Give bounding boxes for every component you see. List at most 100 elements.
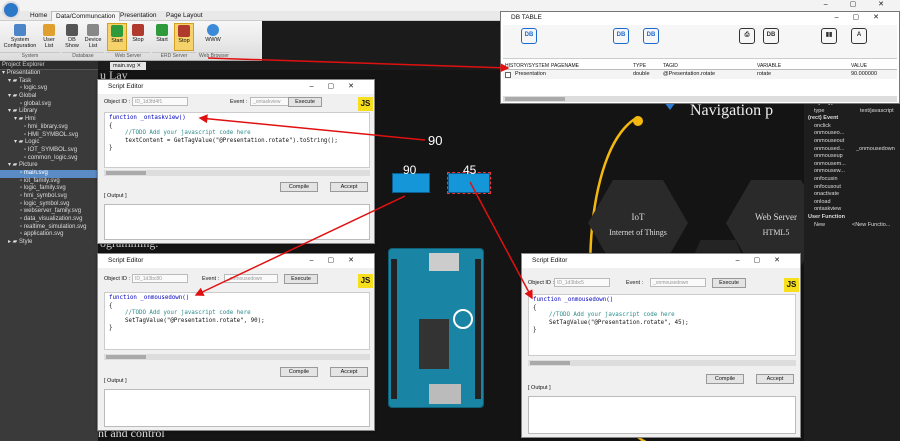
button-90[interactable]: 90	[392, 163, 430, 193]
tree-item[interactable]: ▾ ▰ Hmi	[0, 116, 98, 124]
db-icon[interactable]: DB	[643, 28, 659, 44]
objid-field[interactable]: ID_1d3bbc5	[554, 278, 610, 287]
editor-titlebar: Script Editor –▢✕	[522, 254, 800, 268]
tree-item[interactable]: ▫ logic_family.svg	[0, 185, 98, 193]
prop-user-function: User Function	[808, 213, 845, 220]
tab-page-layout[interactable]: Page Layout	[162, 11, 207, 21]
accept-button[interactable]: Accept	[756, 374, 794, 384]
doc-tab-main-svg[interactable]: main.svg ✕	[110, 62, 146, 70]
prop-onmousedown[interactable]: onmoused... _onmousedown	[804, 146, 900, 154]
execute-button[interactable]: Execute	[712, 278, 746, 288]
tab-presentation[interactable]: Presentation	[116, 11, 161, 21]
tree-item[interactable]: ▫ logic_symbol.svg	[0, 201, 98, 209]
user-list-button[interactable]: User List	[40, 23, 58, 51]
text-icon[interactable]: A	[851, 28, 867, 44]
system-configuration-button[interactable]: System Configuration	[2, 23, 38, 51]
tab-home[interactable]: Home	[26, 11, 51, 21]
tree-item[interactable]: ▫ HMI_SYMBOL.svg	[0, 132, 98, 140]
www-button[interactable]: WWW	[202, 23, 224, 51]
erd-server-stop-button[interactable]: Stop	[174, 23, 194, 51]
button-45[interactable]: 45	[447, 163, 491, 194]
project-explorer-title: Project Explorer	[0, 61, 98, 70]
db-import-icon[interactable]: DB	[763, 28, 779, 44]
code-hscrollbar[interactable]	[104, 354, 370, 360]
compile-button[interactable]: Compile	[280, 367, 318, 377]
tree-item[interactable]: ▫ hmi_symbol.svg	[0, 193, 98, 201]
event-field[interactable]: _onmousedown	[224, 274, 278, 283]
prop-onmouseup[interactable]: onmouseup	[804, 153, 900, 161]
web-server-stop-button[interactable]: Stop	[129, 23, 147, 51]
db-show-button[interactable]: DB Show	[64, 23, 80, 51]
tree-item[interactable]: ▾ ▰ Library	[0, 108, 98, 116]
execute-button[interactable]: Execute	[284, 274, 318, 284]
objid-field[interactable]: ID_1d3bc80	[132, 274, 188, 283]
db-icon[interactable]: DB	[613, 28, 629, 44]
tree-item[interactable]: ▫ IOT_SYMBOL.svg	[0, 147, 98, 155]
output-box[interactable]	[528, 396, 796, 434]
web-server-start-button[interactable]: Start	[107, 23, 127, 51]
db-icon[interactable]: DB	[521, 28, 537, 44]
tree-item[interactable]: ▾ ▰ Logic	[0, 139, 98, 147]
execute-button[interactable]: Execute	[288, 97, 322, 107]
tree-item[interactable]: ▾ ▰ Task	[0, 78, 98, 86]
erd-server-start-button[interactable]: Start	[153, 23, 171, 51]
prop-onactivate[interactable]: onactivate	[804, 191, 900, 199]
compile-button[interactable]: Compile	[280, 182, 318, 192]
code-editor[interactable]: function _onmousedown() { //TODO Add you…	[104, 292, 370, 350]
prop-onfocusout[interactable]: onfocusout	[804, 184, 900, 192]
chart-icon[interactable]: ▮▮	[821, 28, 837, 44]
tree-item[interactable]: ▫ common_logic.svg	[0, 155, 98, 163]
editor-window-controls[interactable]: –▢✕	[736, 254, 794, 268]
app-logo[interactable]	[2, 1, 20, 19]
db-table-window: DB TABLE –▢✕ DB DB DB ⎙ DB ▮▮ A HISTORY/…	[500, 11, 900, 104]
tree-item[interactable]: ▫ webserver_family.svg	[0, 208, 98, 216]
tree-item[interactable]: ▫ data_visualization.svg	[0, 216, 98, 224]
js-icon: JS	[358, 97, 373, 111]
tree-item[interactable]: ▫ hmi_library.svg	[0, 124, 98, 132]
code-editor[interactable]: function _ontaskview() { //TODO Add your…	[104, 112, 370, 168]
prop-onfocusin[interactable]: onfocusin	[804, 176, 900, 184]
table-row[interactable]: Presentation double @Presentation.rotate…	[503, 70, 897, 79]
button-45-label: 45	[463, 163, 477, 177]
tree-item[interactable]: ▾ ▰ Global	[0, 93, 98, 101]
tree-item[interactable]: ▾ Presentation	[0, 70, 98, 78]
db-hscrollbar[interactable]	[503, 96, 897, 102]
code-editor[interactable]: function _onmousedown() { //TODO Add you…	[528, 294, 796, 356]
prop-onmouseout[interactable]: onmouseout	[804, 138, 900, 146]
objid-field[interactable]: ID_1d3fd4f1	[132, 97, 188, 106]
tree-item[interactable]: ▾ ▰ Picture	[0, 162, 98, 170]
tab-data-communication[interactable]: Data/Communcation	[51, 11, 121, 21]
tree-item[interactable]: ▫ iot_family.svg	[0, 178, 98, 186]
prop-onmousewheel[interactable]: onmousew...	[804, 168, 900, 176]
tree-item[interactable]: ▫ application.svg	[0, 231, 98, 239]
output-box[interactable]	[104, 204, 370, 240]
db-toolbar	[503, 25, 897, 59]
row-checkbox[interactable]	[505, 72, 511, 78]
prop-new-function[interactable]: New <New Functio...	[804, 222, 900, 230]
code-hscrollbar[interactable]	[528, 360, 796, 366]
prop-onload[interactable]: onload	[804, 199, 900, 207]
output-box[interactable]	[104, 389, 370, 427]
accept-button[interactable]: Accept	[330, 367, 368, 377]
prop-onmouseover[interactable]: onmouseo...	[804, 130, 900, 138]
prop-onclick[interactable]: onclick	[804, 123, 900, 131]
editor-window-controls[interactable]: –▢✕	[310, 254, 368, 268]
tree-item[interactable]: ▫ logic.svg	[0, 85, 98, 93]
prop-onmousemove[interactable]: onmousem...	[804, 161, 900, 169]
accept-button[interactable]: Accept	[330, 182, 368, 192]
device-list-button[interactable]: Device List	[82, 23, 104, 51]
event-field[interactable]: _onmousedown	[650, 278, 706, 287]
prop-type[interactable]: type text/javascript	[804, 108, 900, 116]
objid-label: Object ID :	[528, 280, 554, 286]
compile-button[interactable]: Compile	[706, 374, 744, 384]
tree-item[interactable]: ▸ ▰ Style	[0, 239, 98, 247]
tree-item-selected[interactable]: ▫ main.svg	[0, 169, 98, 178]
db-table-window-controls[interactable]: –▢✕	[835, 12, 893, 24]
code-hscrollbar[interactable]	[104, 170, 370, 176]
editor-window-controls[interactable]: –▢✕	[310, 80, 368, 94]
tree-item[interactable]: ▫ realtime_simulation.svg	[0, 224, 98, 232]
window-controls[interactable]: – ▢ ✕	[824, 0, 894, 8]
tree-item[interactable]: ▫ global.svg	[0, 101, 98, 109]
prop-ontaskview[interactable]: ontaskview	[804, 206, 900, 214]
db-export-icon[interactable]: ⎙	[739, 28, 755, 44]
